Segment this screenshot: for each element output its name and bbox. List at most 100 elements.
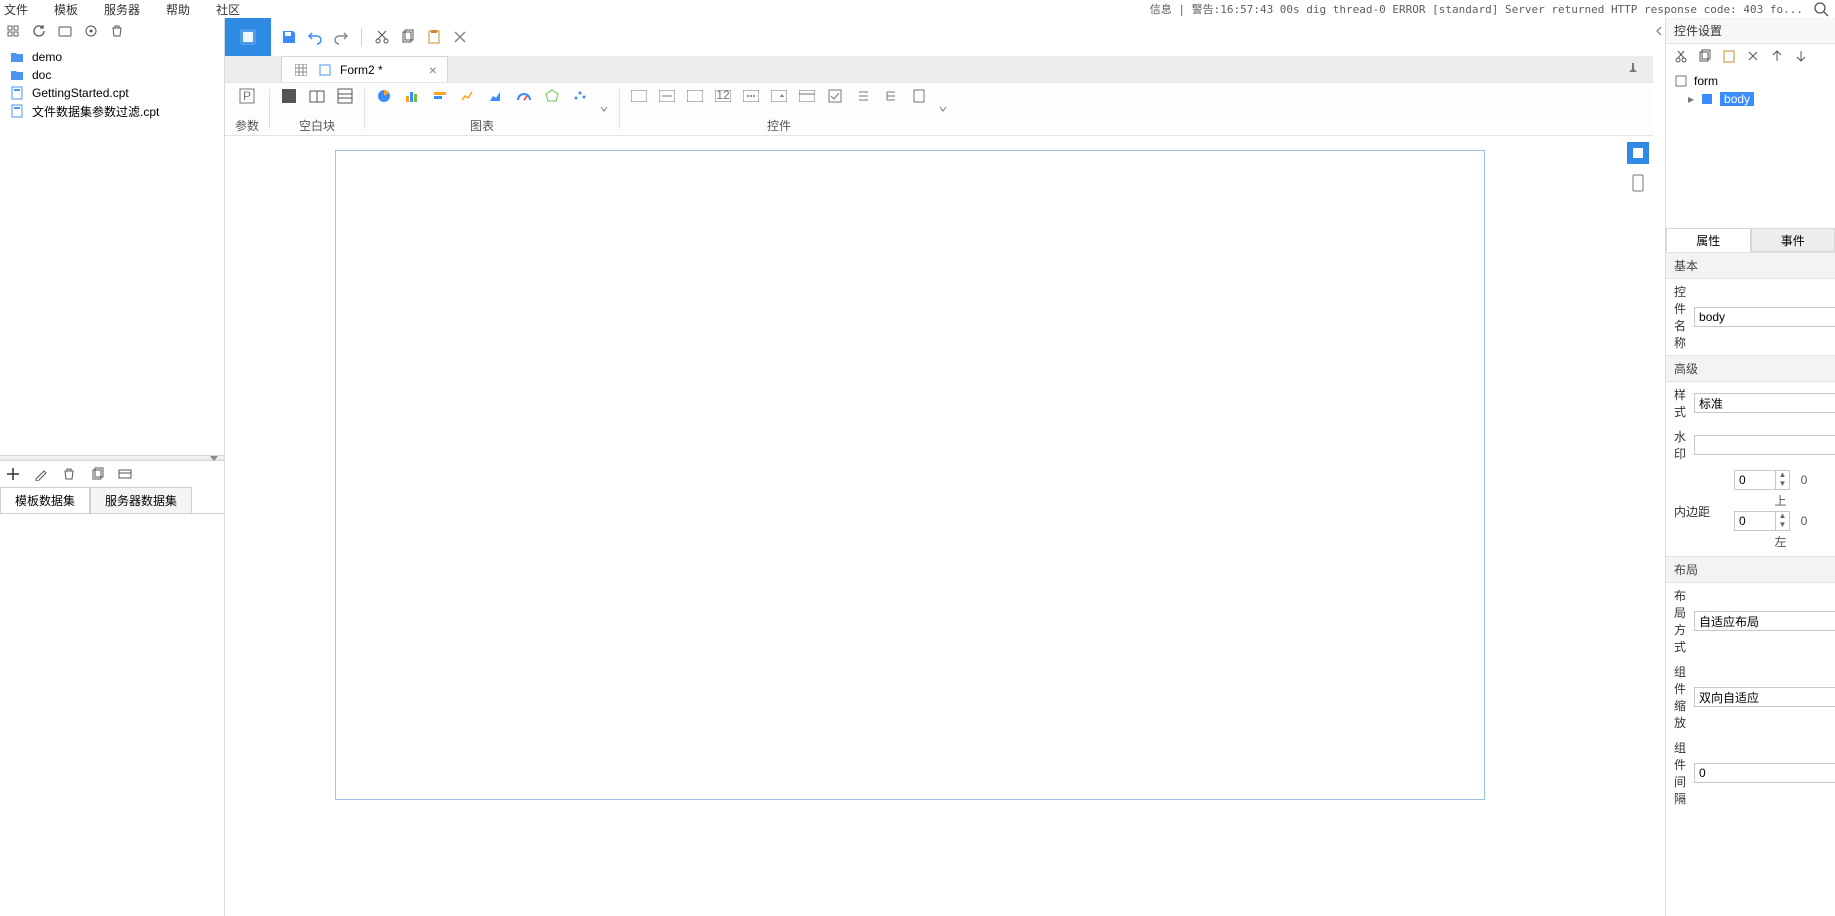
tab-template-dataset[interactable]: 模板数据集 — [0, 487, 90, 513]
tab-events[interactable]: 事件 — [1751, 228, 1835, 252]
svg-text:P: P — [243, 89, 251, 103]
edit-dataset-icon[interactable] — [32, 465, 50, 483]
document-tab[interactable]: Form2 * × — [281, 56, 448, 82]
copy-dataset-icon[interactable] — [88, 465, 106, 483]
gauge-chart-icon[interactable] — [515, 87, 533, 105]
input-widget-name[interactable] — [1694, 307, 1835, 327]
search-icon[interactable] — [1811, 0, 1831, 19]
menu-template[interactable]: 模板 — [54, 1, 78, 18]
select-layout-mode[interactable] — [1694, 611, 1835, 631]
open-folder-icon[interactable] — [56, 22, 74, 40]
undo-icon[interactable] — [305, 27, 325, 47]
tree-label: doc — [32, 68, 51, 82]
checkbox-widget-icon[interactable] — [826, 87, 844, 105]
close-icon[interactable] — [450, 27, 470, 47]
date-widget-icon[interactable] — [798, 87, 816, 105]
line-chart-icon[interactable] — [459, 87, 477, 105]
paste-icon[interactable] — [1720, 47, 1738, 65]
tree-file-filter[interactable]: 文件数据集参数过滤.cpt — [0, 102, 224, 120]
combo-widget-icon[interactable] — [770, 87, 788, 105]
status-log: 信息 | 警告:16:57:43 00s dig thread-0 ERROR … — [1150, 1, 1803, 17]
file-tree[interactable]: demo doc GettingStarted.cpt 文件数据集参数过滤.cp… — [0, 44, 224, 455]
button-widget-icon[interactable] — [686, 87, 704, 105]
delete-dataset-icon[interactable] — [60, 465, 78, 483]
pin-icon[interactable] — [1624, 60, 1642, 78]
number-widget-icon[interactable]: 12 — [714, 87, 732, 105]
locate-icon[interactable] — [82, 22, 100, 40]
ribbon-label-chart: 图表 — [470, 117, 494, 134]
tree-widget-icon[interactable] — [882, 87, 900, 105]
cut-icon[interactable] — [372, 27, 392, 47]
collapse-icon[interactable] — [4, 22, 22, 40]
spin-padding-top[interactable]: ▲▼ — [1734, 470, 1790, 490]
delete-icon[interactable] — [108, 22, 126, 40]
ribbon-label-param: 参数 — [235, 117, 259, 133]
design-canvas[interactable] — [225, 136, 1653, 916]
input-gap[interactable] — [1694, 763, 1835, 783]
copy-icon[interactable] — [398, 27, 418, 47]
home-button[interactable] — [225, 18, 271, 56]
radar-chart-icon[interactable] — [543, 87, 561, 105]
right-panel-title: 控件设置 — [1666, 18, 1835, 44]
dataset-list[interactable] — [0, 513, 224, 916]
password-widget-icon[interactable] — [742, 87, 760, 105]
widget-outline[interactable]: form ▸ body — [1666, 68, 1835, 228]
widget-dropdown-icon[interactable] — [938, 83, 958, 135]
report-block-icon[interactable] — [336, 87, 354, 105]
label-widget-icon[interactable] — [658, 87, 676, 105]
tree-file-gettingstarted[interactable]: GettingStarted.cpt — [0, 84, 224, 102]
stacked-bar-icon[interactable] — [431, 87, 449, 105]
menu-file[interactable]: 文件 — [4, 1, 28, 18]
refresh-icon[interactable] — [30, 22, 48, 40]
menu-community[interactable]: 社区 — [216, 1, 240, 18]
scatter-chart-icon[interactable] — [571, 87, 589, 105]
outline-body[interactable]: ▸ body — [1672, 90, 1829, 108]
move-down-icon[interactable] — [1792, 47, 1810, 65]
preview-dataset-icon[interactable] — [116, 465, 134, 483]
file-widget-icon[interactable] — [910, 87, 928, 105]
tab-attributes[interactable]: 属性 — [1666, 228, 1751, 252]
form-body[interactable] — [335, 150, 1485, 800]
param-panel-icon[interactable]: P — [238, 87, 256, 105]
list-widget-icon[interactable] — [854, 87, 872, 105]
delete-icon[interactable] — [1744, 47, 1762, 65]
tree-folder-demo[interactable]: demo — [0, 48, 224, 66]
select-style[interactable] — [1694, 393, 1835, 413]
save-icon[interactable] — [279, 27, 299, 47]
phone-mode-icon[interactable] — [1627, 172, 1649, 194]
spin-padding-left[interactable]: ▲▼ — [1734, 511, 1790, 531]
dataset-splitter[interactable] — [0, 455, 224, 461]
redo-icon[interactable] — [331, 27, 351, 47]
text-widget-icon[interactable] — [630, 87, 648, 105]
menu-server[interactable]: 服务器 — [104, 1, 140, 18]
cut-icon[interactable] — [1672, 47, 1690, 65]
pie-chart-icon[interactable] — [375, 87, 393, 105]
folder-icon — [8, 66, 26, 84]
bar-chart-icon[interactable] — [403, 87, 421, 105]
add-dataset-icon[interactable] — [4, 465, 22, 483]
select-scale[interactable] — [1694, 687, 1835, 707]
form-root-icon — [1672, 72, 1690, 90]
label-gap: 组件间隔 — [1674, 739, 1686, 807]
folder-icon — [8, 48, 26, 66]
ribbon-label-blank: 空白块 — [299, 117, 335, 133]
paste-icon[interactable] — [424, 27, 444, 47]
absolute-block-icon[interactable] — [280, 87, 298, 105]
menu-help[interactable]: 帮助 — [166, 1, 190, 18]
copy-icon[interactable] — [1696, 47, 1714, 65]
tab-close-icon[interactable]: × — [429, 63, 437, 77]
chart-dropdown-icon[interactable] — [599, 83, 619, 135]
expand-caret-icon[interactable]: ▸ — [1688, 92, 1694, 106]
tab-block-icon[interactable] — [308, 87, 326, 105]
outline-root[interactable]: form — [1672, 72, 1829, 90]
label-widget-name: 控件名称 — [1674, 283, 1686, 351]
right-panel: 控件设置 form ▸ body — [1665, 18, 1835, 916]
input-watermark[interactable] — [1694, 435, 1835, 455]
move-up-icon[interactable] — [1768, 47, 1786, 65]
tab-server-dataset[interactable]: 服务器数据集 — [90, 487, 192, 513]
fit-mode-icon[interactable] — [1627, 142, 1649, 164]
tree-folder-doc[interactable]: doc — [0, 66, 224, 84]
area-chart-icon[interactable] — [487, 87, 505, 105]
right-panel-toggle[interactable] — [1653, 18, 1665, 44]
label-scale: 组件缩放 — [1674, 663, 1686, 731]
